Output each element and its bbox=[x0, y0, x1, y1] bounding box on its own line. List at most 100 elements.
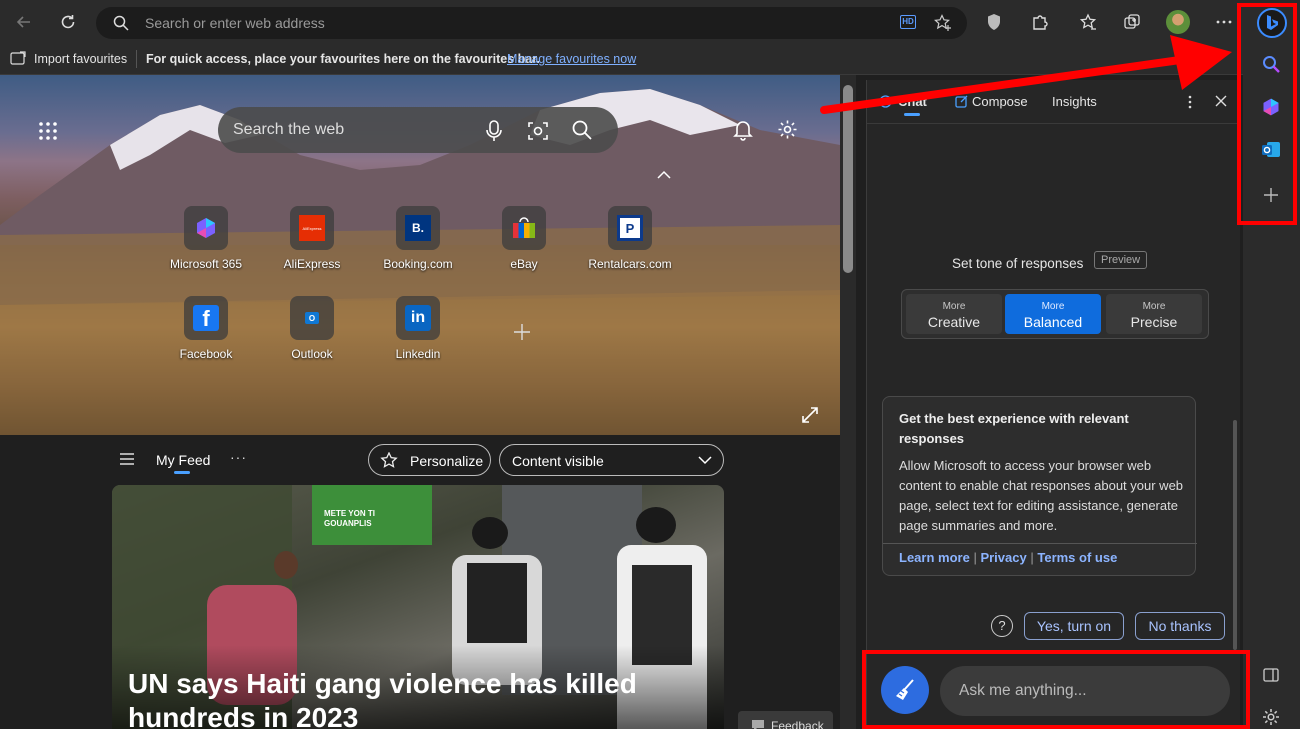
favourites-star-icon bbox=[1079, 13, 1097, 31]
chevron-down-icon bbox=[698, 456, 712, 465]
new-tab-page: Search the web Microsoft 365 AliExpress … bbox=[0, 75, 840, 729]
input-highlight-box bbox=[862, 650, 1250, 729]
apps-grid-icon bbox=[38, 121, 58, 141]
card-body: Allow Microsoft to access your browser w… bbox=[899, 458, 1184, 533]
web-search-placeholder: Search the web bbox=[233, 121, 345, 138]
import-favourites-button[interactable]: Import favourites bbox=[10, 51, 127, 66]
personalize-button[interactable]: Personalize bbox=[368, 444, 491, 476]
tile-microsoft-365[interactable] bbox=[184, 206, 228, 250]
tab-my-feed[interactable]: My Feed bbox=[156, 452, 210, 468]
news-photo-sign-text: METE YON TI GOUANPLIS bbox=[324, 509, 375, 528]
refresh-icon bbox=[59, 13, 77, 31]
hide-sidebar-icon[interactable] bbox=[1259, 663, 1283, 687]
collections-icon bbox=[1123, 13, 1141, 31]
sidebar-settings-gear-icon[interactable] bbox=[1259, 705, 1283, 729]
page-scrollbar[interactable] bbox=[840, 75, 856, 729]
feedback-icon bbox=[750, 718, 766, 729]
tile-outlook[interactable]: O bbox=[290, 296, 334, 340]
link-separator: | bbox=[973, 550, 977, 565]
preview-badge: Preview bbox=[1094, 251, 1148, 269]
news-headline[interactable]: UN says Haiti gang violence has killed h… bbox=[128, 667, 648, 729]
feedback-label: Feedback bbox=[771, 719, 824, 729]
tile-ebay[interactable] bbox=[502, 206, 546, 250]
expand-icon[interactable] bbox=[802, 407, 818, 423]
link-separator: | bbox=[1030, 550, 1034, 565]
tone-balanced-button[interactable]: More Balanced bbox=[1005, 294, 1101, 334]
tile-rentalcars[interactable]: P bbox=[608, 206, 652, 250]
search-submit-icon[interactable] bbox=[572, 120, 592, 140]
apps-grid-button[interactable] bbox=[38, 121, 58, 141]
content-select-value: Content visible bbox=[512, 453, 604, 469]
manage-favourites-link[interactable]: Manage favourites now bbox=[507, 52, 636, 66]
hd-icon[interactable]: HD bbox=[900, 15, 916, 29]
card-title: Get the best experience with relevant re… bbox=[899, 411, 1129, 446]
tone-more-label: More bbox=[942, 301, 966, 312]
tone-label: Precise bbox=[1130, 314, 1178, 330]
shield-icon bbox=[986, 13, 1002, 31]
feed-more-icon[interactable]: ··· bbox=[230, 449, 247, 465]
yes-turn-on-button[interactable]: Yes, turn on bbox=[1024, 612, 1124, 640]
tone-label: Balanced bbox=[1023, 314, 1083, 330]
tile-label: Microsoft 365 bbox=[169, 257, 243, 271]
tile-label: Outlook bbox=[291, 347, 333, 361]
visual-search-icon[interactable] bbox=[527, 120, 549, 142]
tile-label: Linkedin bbox=[395, 347, 441, 361]
notification-bell-icon[interactable] bbox=[733, 119, 753, 141]
tile-label: Facebook bbox=[179, 347, 233, 361]
settings-gear-icon[interactable] bbox=[777, 119, 798, 140]
divider bbox=[136, 50, 137, 68]
web-search-box[interactable]: Search the web bbox=[218, 107, 618, 153]
microsoft-365-icon bbox=[194, 216, 218, 240]
back-arrow-icon bbox=[15, 13, 33, 31]
tone-more-label: More bbox=[1041, 301, 1065, 312]
facebook-icon: f bbox=[193, 305, 219, 331]
tile-booking[interactable]: B. bbox=[396, 206, 440, 250]
tile-label: Rentalcars.com bbox=[588, 257, 672, 271]
help-question-icon[interactable]: ? bbox=[991, 615, 1013, 637]
rentalcars-icon: P bbox=[617, 215, 643, 241]
aliexpress-icon: AliExpress bbox=[299, 215, 325, 241]
tone-more-label: More bbox=[1142, 301, 1166, 312]
tone-label: Creative bbox=[927, 314, 981, 330]
content-visibility-select[interactable]: Content visible bbox=[499, 444, 724, 476]
feedback-button[interactable]: Feedback bbox=[738, 711, 833, 729]
outlook-icon: O bbox=[305, 312, 319, 324]
hero-background: Search the web Microsoft 365 AliExpress … bbox=[0, 75, 840, 435]
copilot-chat-pane: Chat Compose Insights Set tone of respon… bbox=[866, 80, 1241, 729]
tile-aliexpress[interactable]: AliExpress bbox=[290, 206, 334, 250]
card-links: Learn more | Privacy | Terms of use bbox=[899, 550, 1117, 565]
tile-label: AliExpress bbox=[283, 257, 341, 271]
tile-linkedin[interactable]: in bbox=[396, 296, 440, 340]
import-icon bbox=[10, 51, 27, 66]
tile-facebook[interactable]: f bbox=[184, 296, 228, 340]
refresh-button[interactable] bbox=[54, 8, 82, 36]
chevron-up-icon[interactable] bbox=[657, 170, 671, 179]
card-divider bbox=[883, 543, 1197, 544]
search-icon bbox=[113, 15, 129, 31]
learn-more-link[interactable]: Learn more bbox=[899, 550, 970, 565]
back-button[interactable] bbox=[10, 8, 38, 36]
tone-title: Set tone of responses bbox=[952, 256, 1084, 271]
feed-menu-icon[interactable] bbox=[120, 453, 134, 465]
terms-of-use-link[interactable]: Terms of use bbox=[1037, 550, 1117, 565]
tone-creative-button[interactable]: More Creative bbox=[906, 294, 1002, 334]
ellipsis-icon bbox=[1215, 13, 1233, 31]
add-tile-plus-icon[interactable] bbox=[513, 323, 531, 341]
no-thanks-button[interactable]: No thanks bbox=[1135, 612, 1225, 640]
news-card[interactable]: METE YON TI GOUANPLIS UN says Haiti gang… bbox=[112, 485, 724, 729]
personalize-label: Personalize bbox=[410, 453, 484, 469]
microphone-icon[interactable] bbox=[484, 120, 504, 142]
booking-icon: B. bbox=[405, 215, 431, 241]
tile-label: eBay bbox=[510, 257, 538, 271]
personalize-star-icon bbox=[380, 452, 398, 469]
favbar-message: For quick access, place your favourites … bbox=[146, 52, 540, 66]
consent-card: Get the best experience with relevant re… bbox=[882, 396, 1197, 576]
privacy-link[interactable]: Privacy bbox=[980, 550, 1026, 565]
sidebar-highlight-box bbox=[1237, 3, 1297, 225]
puzzle-icon bbox=[1031, 13, 1049, 31]
chat-scrollbar[interactable] bbox=[1233, 420, 1237, 650]
annotation-arrow-icon bbox=[820, 35, 1232, 114]
tile-label: Booking.com bbox=[383, 257, 453, 271]
tone-precise-button[interactable]: More Precise bbox=[1106, 294, 1202, 334]
tab-indicator bbox=[174, 471, 190, 474]
